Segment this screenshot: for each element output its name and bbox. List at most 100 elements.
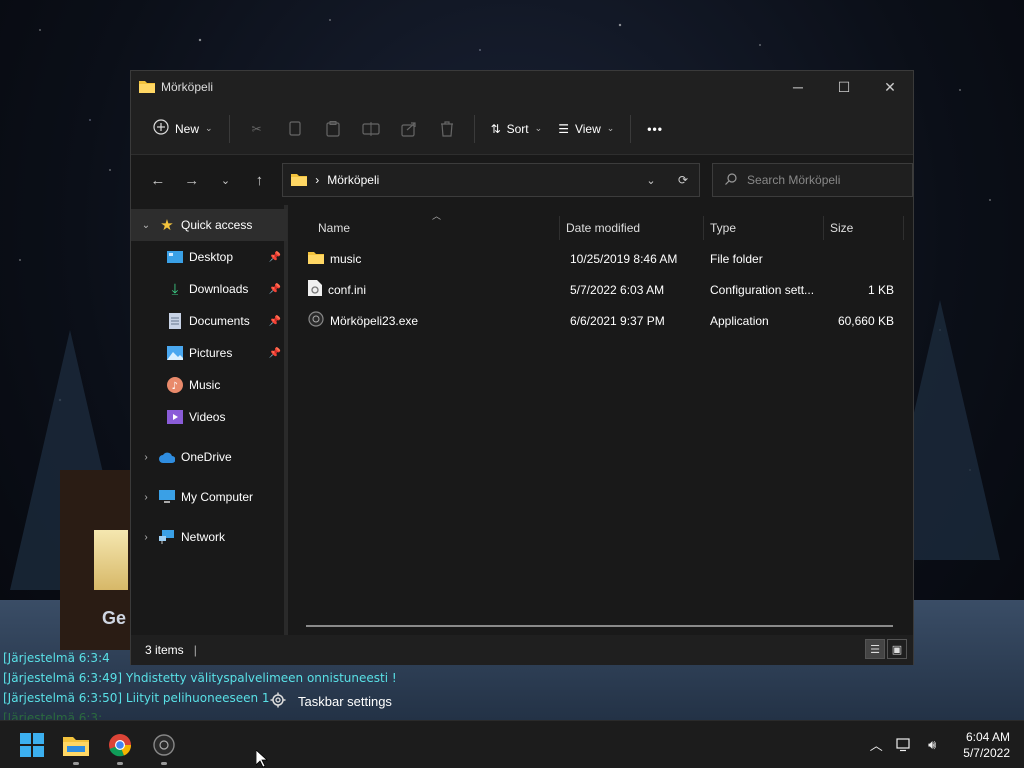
forward-arrow-icon[interactable]: → [175, 164, 209, 196]
sidebar-item-videos[interactable]: Videos [131, 401, 287, 433]
file-explorer-taskbar-icon[interactable] [54, 723, 98, 767]
sidebar-item-desktop[interactable]: Desktop 📌 [131, 241, 287, 273]
folder-icon [139, 79, 155, 96]
start-windows-icon[interactable] [10, 723, 54, 767]
game-app-taskbar-icon[interactable] [142, 723, 186, 767]
documents-icon [167, 313, 183, 329]
address-dropdown-chevron-icon[interactable]: ⌄ [635, 173, 667, 187]
music-icon: ♪ [167, 377, 183, 393]
details-view-icon[interactable]: ☰ [865, 639, 885, 659]
folder-icon [308, 250, 324, 267]
clock[interactable]: 6:04 AM 5/7/2022 [963, 729, 1010, 761]
sidebar-item-downloads[interactable]: ⤓ Downloads 📌 [131, 273, 287, 305]
toolbar-divider [473, 114, 475, 143]
network-icon [159, 529, 175, 545]
column-header-row: ︿ Name Date modified Type Size [288, 211, 913, 243]
column-header-size[interactable]: Size [824, 216, 904, 240]
view-button[interactable]: ☰ View ⌄ [550, 111, 622, 147]
file-row[interactable]: music 10/25/2019 8:46 AM File folder [288, 243, 913, 274]
mouse-cursor-icon [255, 749, 269, 768]
system-tray: ︿ 🔊︎ 6:04 AM 5/7/2022 [865, 729, 1024, 761]
address-bar[interactable]: › Mörköpeli ⌄ ⟳ [282, 163, 701, 197]
sidebar-item-label: Quick access [181, 218, 253, 232]
file-type: Application [710, 313, 769, 328]
sidebar-item-pictures[interactable]: Pictures 📌 [131, 337, 287, 369]
search-input[interactable] [747, 173, 908, 187]
column-header-name[interactable]: Name [288, 216, 560, 240]
file-name: conf.ini [328, 282, 367, 297]
back-arrow-icon[interactable]: ← [141, 164, 175, 196]
file-name: Mörköpeli23.exe [330, 313, 419, 328]
chrome-taskbar-icon[interactable] [98, 723, 142, 767]
share-icon[interactable] [390, 111, 428, 147]
sort-button[interactable]: ⇅ Sort ⌄ [483, 111, 551, 147]
rename-icon[interactable] [352, 111, 390, 147]
toolbar-divider [630, 114, 632, 143]
sidebar-item-label: Network [181, 530, 226, 544]
desktop-partial-text: Ge [102, 608, 127, 628]
pin-icon: 📌 [268, 251, 281, 263]
breadcrumb-separator-icon: › [315, 173, 320, 187]
large-icons-view-icon[interactable]: ▣ [887, 639, 907, 659]
minimize-button[interactable]: ─ [775, 71, 821, 103]
folder-icon [291, 172, 308, 189]
new-label: New [175, 121, 200, 136]
file-type: Configuration sett... [710, 282, 815, 297]
copy-icon[interactable] [276, 111, 314, 147]
paste-icon[interactable] [314, 111, 352, 147]
sidebar-item-label: Videos [189, 410, 226, 424]
search-icon [725, 172, 737, 188]
sort-ascending-icon: ︿ [432, 211, 442, 221]
file-size: 60,660 KB [837, 313, 894, 328]
sidebar-item-documents[interactable]: Documents 📌 [131, 305, 287, 337]
cut-icon[interactable]: ✂ [238, 111, 276, 147]
refresh-icon[interactable]: ⟳ [667, 173, 699, 187]
more-options-button[interactable]: ••• [639, 111, 671, 147]
sidebar-item-onedrive[interactable]: › OneDrive [131, 441, 287, 473]
up-arrow-icon[interactable]: ↑ [242, 164, 276, 196]
chevron-right-icon[interactable]: › [139, 492, 153, 503]
sidebar-item-network[interactable]: › Network [131, 521, 287, 553]
volume-icon[interactable]: 🔊︎ [921, 737, 943, 753]
sidebar-item-music[interactable]: ♪ Music [131, 369, 287, 401]
status-bar: 3 items | ☰ ▣ [131, 635, 913, 665]
recent-locations-chevron-icon[interactable]: ⌄ [209, 164, 243, 196]
delete-icon[interactable] [428, 111, 466, 147]
taskbar-settings-label: Taskbar settings [298, 693, 392, 709]
clock-time: 6:04 AM [965, 729, 1010, 744]
network-status-icon[interactable] [893, 737, 915, 752]
chevron-down-icon[interactable]: ⌄ [139, 220, 153, 231]
view-label: View [574, 121, 601, 136]
sidebar-item-quick-access[interactable]: ⌄ ★ Quick access [131, 209, 287, 241]
file-name: music [330, 251, 362, 266]
column-header-date-modified[interactable]: Date modified [560, 216, 704, 240]
file-row[interactable]: conf.ini 5/7/2022 6:03 AM Configuration … [288, 274, 913, 305]
command-bar: New ⌄ ✂ ⇅ Sort ⌄ ☰ View ⌄ ••• [131, 103, 913, 155]
file-list-pane: ︿ Name Date modified Type Size music 10/… [288, 205, 913, 635]
horizontal-scrollbar[interactable] [306, 625, 893, 627]
show-hidden-icons-chevron-icon[interactable]: ︿ [865, 735, 887, 754]
file-type: File folder [710, 251, 763, 266]
breadcrumb-item[interactable]: Mörköpeli [327, 173, 379, 187]
file-size: 1 KB [867, 282, 894, 297]
taskbar-settings-menu-item[interactable]: Taskbar settings [262, 686, 400, 716]
sort-label: Sort [506, 121, 529, 136]
file-row[interactable]: Mörköpeli23.exe 6/6/2021 9:37 PM Applica… [288, 305, 913, 336]
file-date-modified: 6/6/2021 9:37 PM [570, 313, 665, 328]
new-button[interactable]: New ⌄ [145, 111, 221, 147]
sidebar-item-label: Music [189, 378, 221, 392]
sidebar-item-label: Downloads [189, 282, 249, 296]
chevron-right-icon[interactable]: › [139, 532, 153, 543]
sidebar-item-label: OneDrive [181, 450, 232, 464]
close-button[interactable]: ✕ [867, 71, 913, 103]
pin-icon: 📌 [268, 283, 281, 295]
chat-line: [Järjestelmä 6:3:49] Yhdistetty välitysp… [3, 671, 397, 685]
search-box[interactable] [712, 163, 913, 197]
maximize-button[interactable]: ☐ [821, 71, 867, 103]
column-header-type[interactable]: Type [704, 216, 824, 240]
toolbar-divider [228, 114, 230, 143]
sidebar-item-my-computer[interactable]: › My Computer [131, 481, 287, 513]
title-bar[interactable]: Mörköpeli ─ ☐ ✕ [131, 71, 913, 103]
chevron-down-icon: ⌄ [534, 123, 543, 133]
chevron-right-icon[interactable]: › [139, 452, 153, 463]
